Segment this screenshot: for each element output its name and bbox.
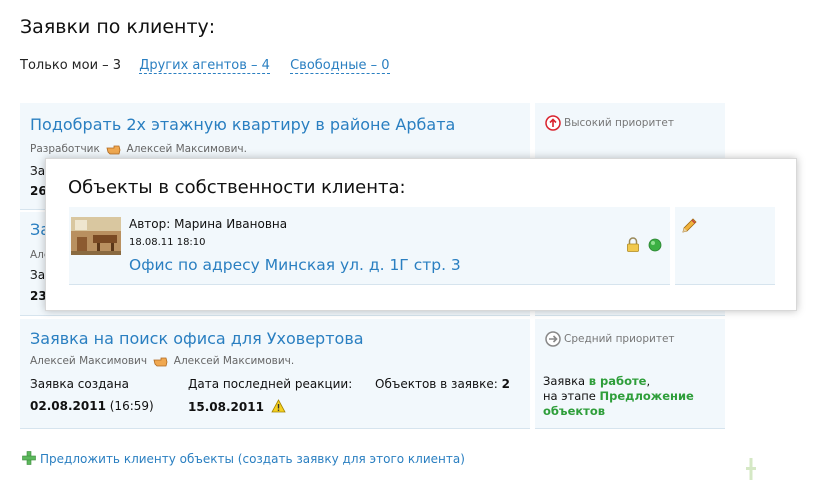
object-side-panel xyxy=(675,207,775,285)
objects-count: Объектов в заявке: 2 xyxy=(375,377,510,391)
priority-text: Высокий приоритет xyxy=(564,117,674,129)
last-reaction-date: 15.08.2011 xyxy=(188,400,264,414)
request-agent: Алексей Максимович. xyxy=(126,143,247,155)
request-meta: Алексей Максимович Алексей Максимович. xyxy=(30,355,294,367)
request-created-time: (16:59) xyxy=(109,399,154,413)
object-author: Автор: Марина Ивановна xyxy=(129,217,288,231)
object-date: 18.08.11 18:10 xyxy=(129,237,206,248)
medium-priority-icon xyxy=(545,331,561,347)
high-priority-icon xyxy=(545,115,561,131)
request-status: Заявка в работе, на этапе Предложение об… xyxy=(543,374,718,419)
propose-objects-link[interactable]: Предложить клиенту объекты (создать заяв… xyxy=(22,451,465,466)
request-title-link[interactable]: Заявка на поиск офиса для Уховертова xyxy=(30,329,364,348)
pencil-icon[interactable] xyxy=(680,217,698,235)
request-role: Разработчик xyxy=(30,143,100,155)
request-from-agent: Алексей Максимович xyxy=(30,355,148,367)
status-comma: , xyxy=(646,374,651,388)
lock-icon xyxy=(627,237,639,252)
request-to-agent: Алексей Максимович. xyxy=(173,355,295,367)
request-side-panel: Средний приоритет Заявка в работе, на эт… xyxy=(535,319,725,429)
request-title-link[interactable]: Подобрать 2х этажную квартиру в районе А… xyxy=(30,115,455,134)
stage-prefix: на этапе xyxy=(543,389,596,403)
status-value: в работе xyxy=(588,374,647,388)
page-title: Заявки по клиенту: xyxy=(20,16,216,38)
status-dot-icon xyxy=(648,238,662,252)
plus-icon[interactable] xyxy=(746,458,756,480)
request-created-value: 02.08.2011 (16:59) xyxy=(30,399,154,413)
objects-count-label: Объектов в заявке: xyxy=(375,377,498,391)
plus-icon xyxy=(22,451,36,465)
objects-count-value: 2 xyxy=(501,377,510,391)
status-prefix: Заявка xyxy=(543,374,586,388)
hand-pointer-icon xyxy=(153,357,168,366)
object-title-link[interactable]: Офис по адресу Минская ул. д. 1Г стр. 3 xyxy=(129,256,461,274)
filter-mine: Только мои – 3 xyxy=(20,58,122,73)
priority-text: Средний приоритет xyxy=(564,333,675,345)
filter-bar: Только мои – 3 Других агентов – 4 Свобод… xyxy=(20,58,406,74)
popup-title: Объекты в собственности клиента: xyxy=(68,177,406,198)
priority-label: Высокий приоритет xyxy=(545,115,674,131)
last-reaction-value: 15.08.2011 xyxy=(188,399,286,414)
warning-icon xyxy=(271,399,286,413)
request-created-label: Заявка создана xyxy=(30,377,129,391)
priority-label: Средний приоритет xyxy=(545,331,675,347)
filter-free-link[interactable]: Свободные – 0 xyxy=(290,58,390,74)
request-meta: Разработчик Алексей Максимович. xyxy=(30,143,247,155)
object-card: Автор: Марина Ивановна 18.08.11 18:10 Оф… xyxy=(69,207,670,285)
request-card: Заявка на поиск офиса для Уховертова Але… xyxy=(20,319,530,429)
object-thumbnail[interactable] xyxy=(71,217,121,255)
last-reaction-label: Дата последней реакции: xyxy=(188,377,353,391)
filter-other-agents-link[interactable]: Других агентов – 4 xyxy=(139,58,270,74)
hand-pointer-icon xyxy=(106,145,121,154)
propose-objects-text: Предложить клиенту объекты (создать заяв… xyxy=(40,452,465,466)
client-objects-popup: Объекты в собственности клиента: Автор: … xyxy=(45,158,797,311)
request-created-date: 02.08.2011 xyxy=(30,399,106,413)
